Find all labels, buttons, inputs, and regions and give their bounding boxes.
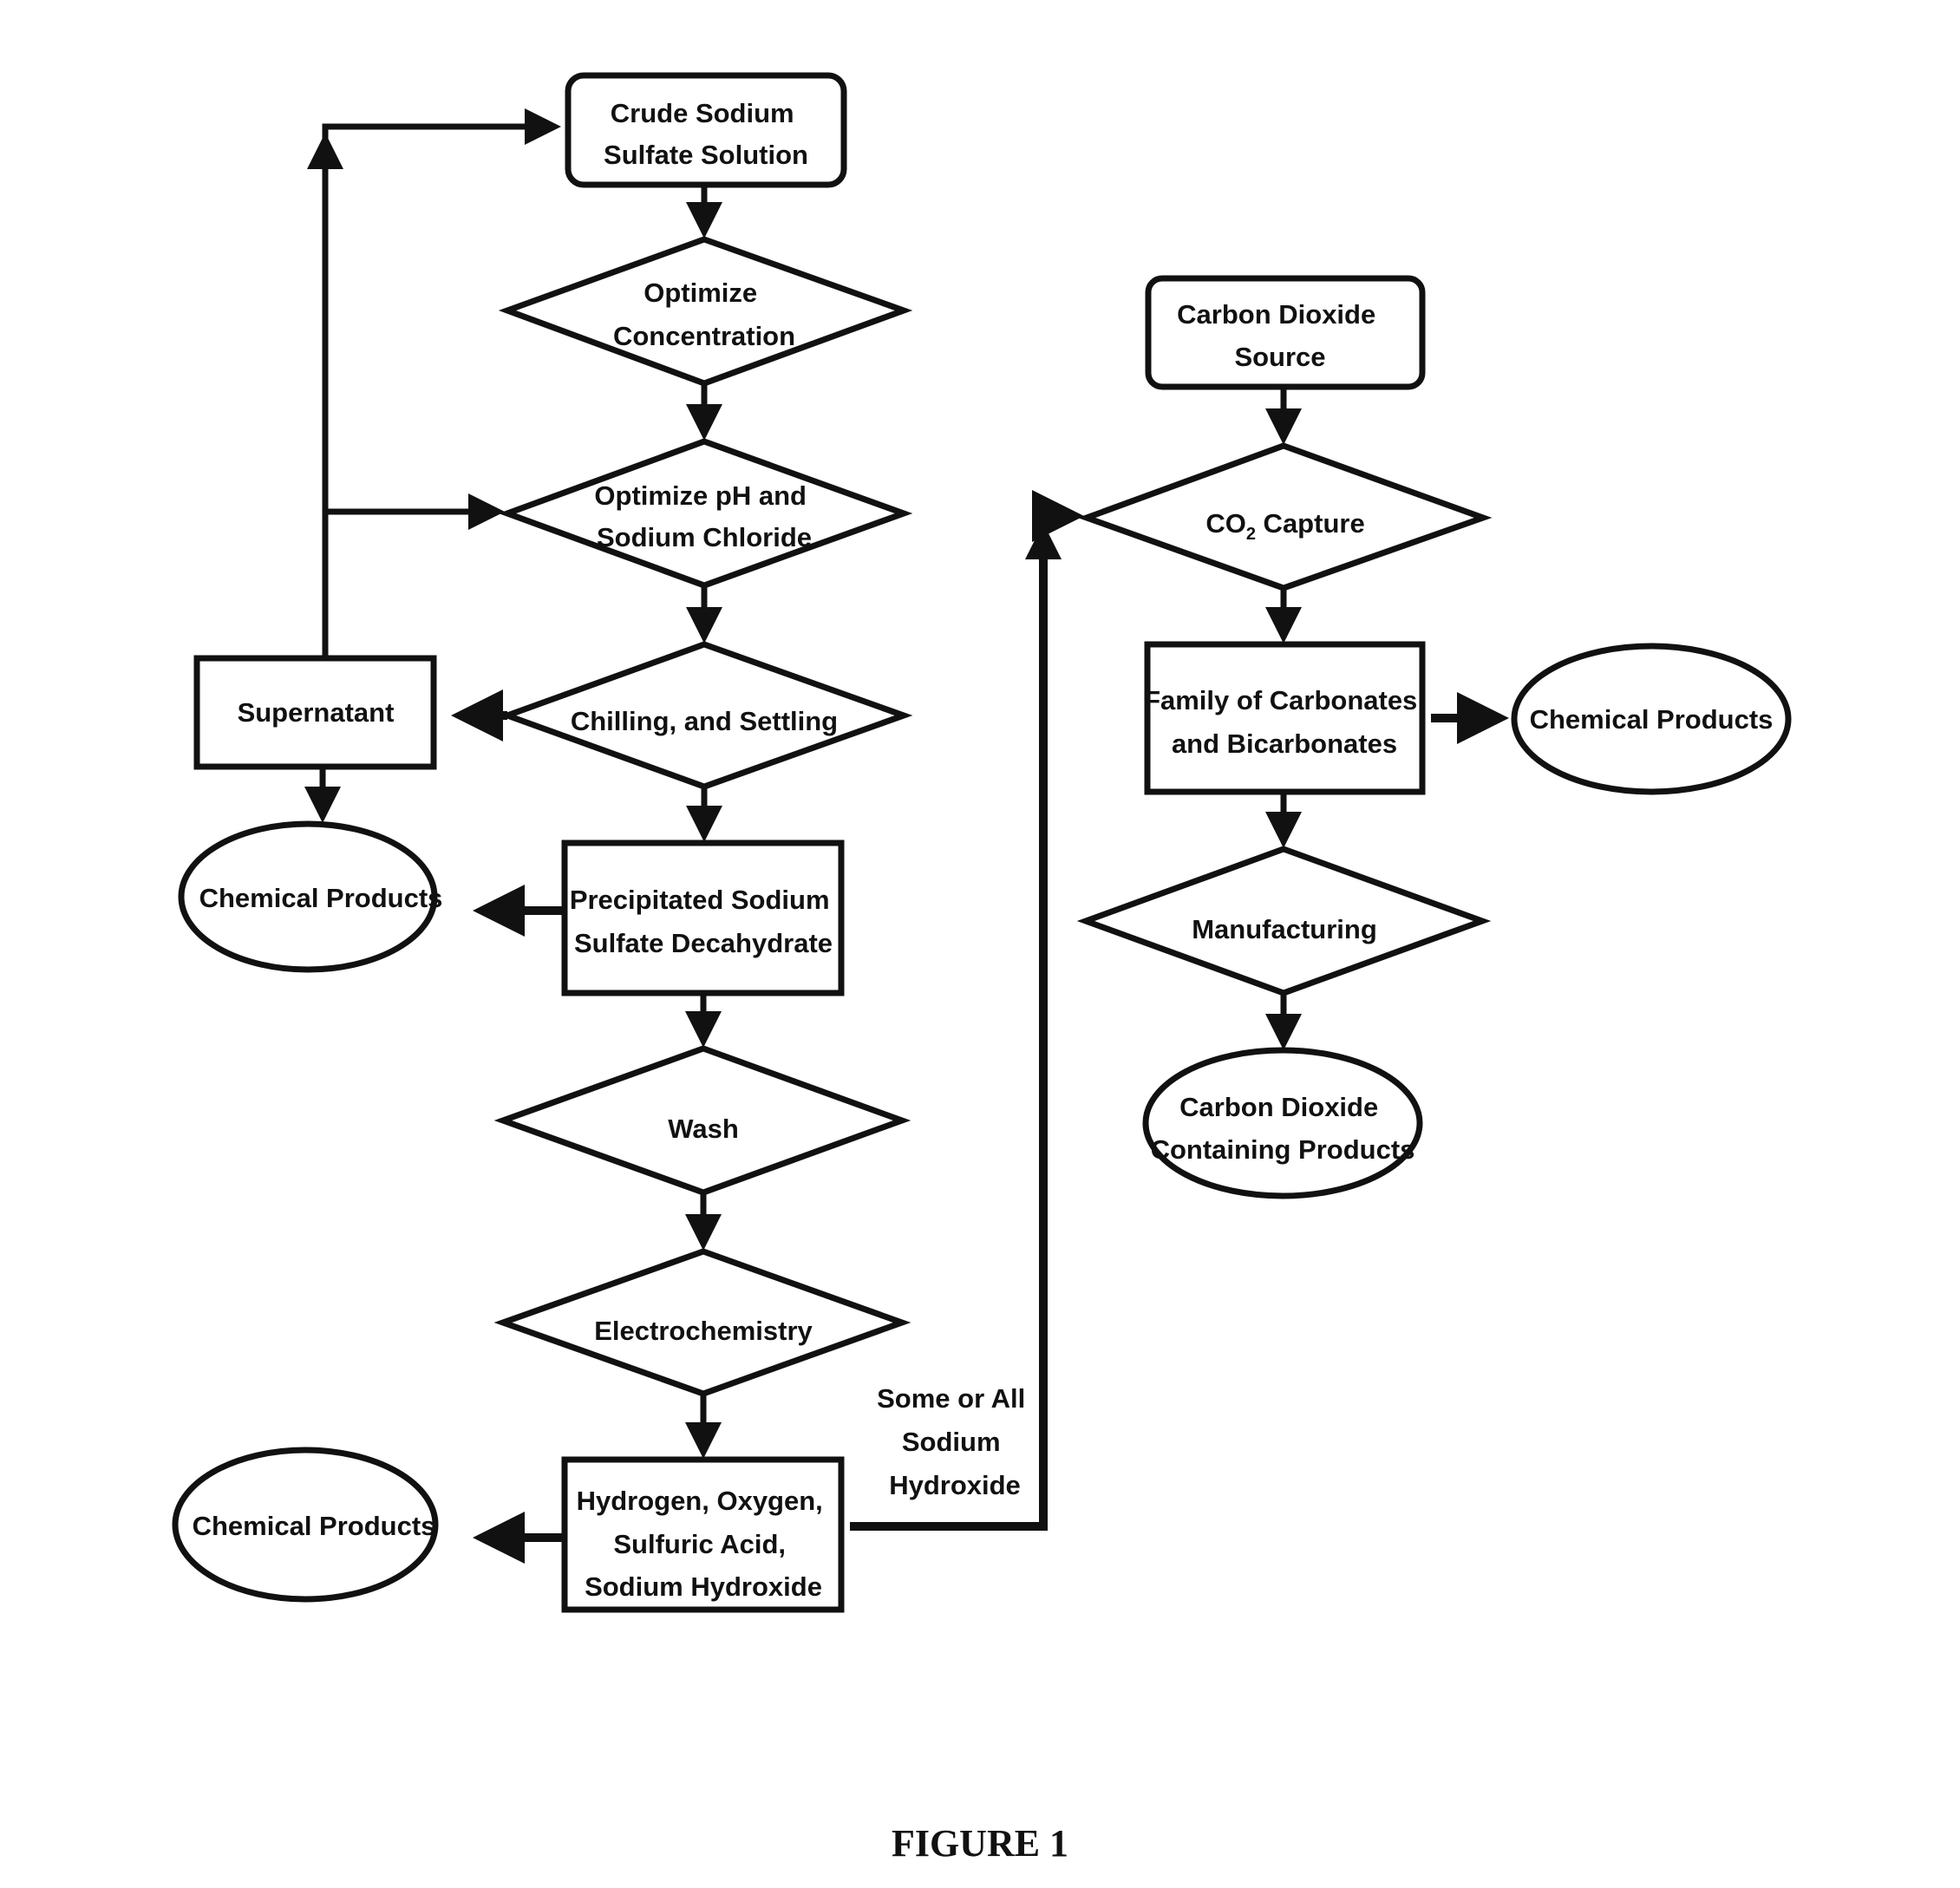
label-manufacturing: Manufacturing <box>1192 914 1377 944</box>
label-chemical-products-right: Chemical Products <box>1530 704 1774 735</box>
label-electrochemistry: Electrochemistry <box>594 1316 813 1346</box>
arrow-sodium-hydroxide-to-co2-capture <box>850 490 1084 1531</box>
label-chemical-products-1: Chemical Products <box>199 883 443 913</box>
figure-caption: FIGURE 1 <box>892 1822 1068 1865</box>
node-optimize-ph-sodium-chloride <box>498 438 913 589</box>
node-co2-containing-products <box>1142 1047 1423 1199</box>
label-hydrogen-oxygen: Hydrogen, Oxygen, Sulfuric Acid, Sodium … <box>577 1486 831 1602</box>
node-family-of-carbonates <box>1144 641 1426 795</box>
label-chilling: Chilling, and Settling <box>571 706 838 736</box>
label-naoh-edge: Some or All Sodium Hydroxide <box>877 1383 1033 1500</box>
flowchart: Crude Sodium Sulfate Solution Optimize C… <box>172 72 1792 1865</box>
label-co2-capture: CO2 Capture <box>1205 508 1364 544</box>
arrow-supernatant-recycle-to-crude <box>322 108 561 658</box>
node-optimize-concentration <box>498 236 913 387</box>
label-chemical-products-3: Chemical Products <box>193 1511 436 1541</box>
label-supernatant: Supernatant <box>238 697 395 728</box>
label-wash: Wash <box>668 1114 739 1144</box>
node-precipitated-sodium-sulfate <box>561 839 845 996</box>
